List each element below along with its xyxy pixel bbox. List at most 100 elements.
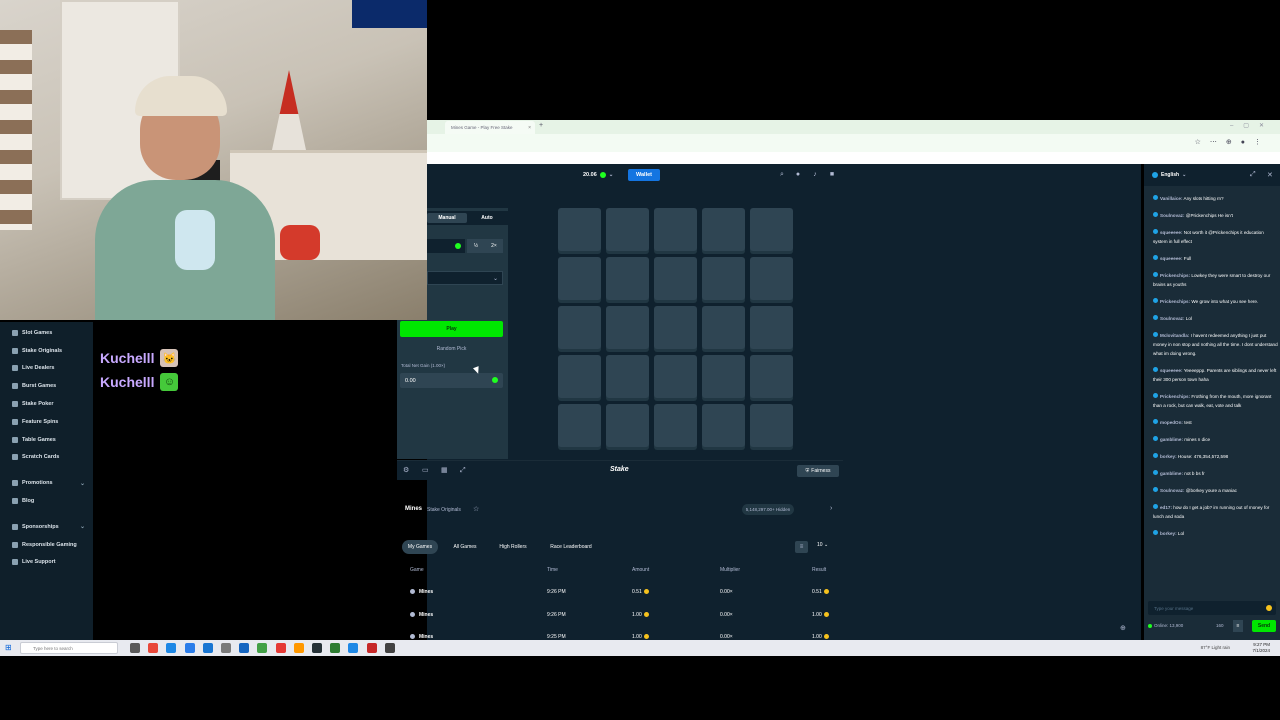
chat-username[interactable]: Soulnovaz: bbox=[1160, 213, 1185, 218]
mine-tile[interactable] bbox=[558, 404, 601, 447]
sidebar-item-stake-poker[interactable]: Stake Poker bbox=[0, 395, 93, 413]
chat-icon[interactable]: ■ bbox=[828, 171, 836, 179]
settings-icon[interactable]: ⚙ bbox=[403, 467, 411, 475]
popout-icon[interactable]: ⤢ bbox=[1250, 171, 1256, 179]
mine-tile[interactable] bbox=[606, 404, 649, 447]
new-tab-icon[interactable]: + bbox=[539, 122, 543, 129]
windows-start-icon[interactable]: ⊞ bbox=[5, 643, 14, 652]
mine-tile[interactable] bbox=[750, 208, 793, 251]
mine-tile[interactable] bbox=[654, 355, 697, 398]
mine-tile[interactable] bbox=[654, 306, 697, 349]
balance-display[interactable]: 20.06 ⌄ bbox=[577, 169, 620, 181]
taskbar-clock[interactable]: 9:27 PM 7/1/2024 bbox=[1252, 642, 1270, 654]
chat-username[interactable]: Soulnovaz: bbox=[1160, 316, 1185, 321]
mine-tile[interactable] bbox=[702, 208, 745, 251]
sidebar-item-burst-games[interactable]: Burst Games bbox=[0, 377, 93, 395]
sidebar-item-stake-originals[interactable]: Stake Originals bbox=[0, 342, 93, 360]
mine-tile[interactable] bbox=[750, 355, 793, 398]
sidebar-item-promotions[interactable]: Promotions ⌄ bbox=[0, 474, 93, 492]
app-icon[interactable] bbox=[312, 643, 322, 653]
mine-tile[interactable] bbox=[558, 306, 601, 349]
browser-toolbar-icons[interactable]: ☆⋯⊕●⋮ bbox=[1195, 138, 1270, 146]
expand-icon[interactable]: ⤢ bbox=[460, 467, 468, 475]
stats-icon[interactable]: ▦ bbox=[441, 467, 449, 475]
mine-tile[interactable] bbox=[558, 257, 601, 300]
bell-icon[interactable]: ♪ bbox=[811, 171, 819, 179]
app-icon[interactable] bbox=[293, 643, 304, 653]
store-icon[interactable] bbox=[184, 643, 195, 653]
sidebar-item-sponsorships[interactable]: Sponsorships ⌄ bbox=[0, 518, 93, 536]
mine-tile[interactable] bbox=[702, 404, 745, 447]
edge-icon[interactable] bbox=[166, 643, 177, 653]
file-explorer-icon[interactable] bbox=[202, 643, 213, 653]
weather-tray[interactable]: 87°F Light rain bbox=[1201, 645, 1230, 650]
table-row[interactable]: Mines 9:26 PM 0.51 0.00× 0.51 bbox=[397, 585, 843, 599]
mine-tile[interactable] bbox=[606, 306, 649, 349]
random-pick-button[interactable]: Random Pick bbox=[400, 343, 503, 355]
excel-icon[interactable] bbox=[257, 643, 268, 653]
chat-username[interactable]: Mclovitandla: bbox=[1160, 333, 1189, 338]
window-controls[interactable]: –▢✕ bbox=[1230, 122, 1274, 129]
outlook-icon[interactable] bbox=[239, 643, 250, 653]
mine-tile[interactable] bbox=[606, 355, 649, 398]
mine-tile[interactable] bbox=[558, 208, 601, 251]
wallet-button[interactable]: Wallet bbox=[628, 169, 660, 181]
mine-tile[interactable] bbox=[654, 257, 697, 300]
tab-high-rollers[interactable]: High Rollers bbox=[493, 540, 533, 554]
task-view-icon[interactable] bbox=[130, 643, 140, 653]
mine-tile[interactable] bbox=[558, 355, 601, 398]
chat-username[interactable]: Vanillaice: bbox=[1160, 196, 1182, 201]
mine-tile[interactable] bbox=[750, 306, 793, 349]
mine-tile[interactable] bbox=[750, 257, 793, 300]
mine-tile[interactable] bbox=[702, 257, 745, 300]
mine-tile[interactable] bbox=[606, 257, 649, 300]
chat-scroll-icon[interactable]: ⊕ bbox=[1120, 624, 1126, 632]
user-icon[interactable]: ● bbox=[794, 171, 802, 179]
chat-username[interactable]: mopedOn: bbox=[1160, 420, 1183, 425]
play-button[interactable]: Play bbox=[400, 321, 503, 337]
app-icon[interactable] bbox=[366, 643, 377, 653]
chat-input[interactable]: Type your message bbox=[1148, 601, 1276, 615]
send-button[interactable]: Send bbox=[1252, 620, 1276, 632]
address-bar[interactable]: ☆⋯⊕●⋮ bbox=[427, 134, 1280, 152]
command-icon[interactable]: ≡ bbox=[1233, 620, 1243, 632]
app-icon[interactable] bbox=[330, 643, 341, 653]
mine-tile[interactable] bbox=[702, 355, 745, 398]
close-icon[interactable]: ✕ bbox=[1267, 171, 1273, 179]
app-icon[interactable] bbox=[275, 643, 286, 653]
sidebar-item-feature-spins[interactable]: Feature Spins bbox=[0, 413, 93, 431]
tab-auto[interactable]: Auto bbox=[467, 213, 507, 223]
chevron-right-icon[interactable]: › bbox=[830, 505, 832, 512]
mines-count-select[interactable]: ⌄ bbox=[427, 271, 503, 285]
chat-username[interactable]: borkey: bbox=[1160, 531, 1177, 536]
mine-tile[interactable] bbox=[654, 404, 697, 447]
mine-tile[interactable] bbox=[606, 208, 649, 251]
sidebar-item-blog[interactable]: Blog bbox=[0, 492, 93, 510]
obs-icon[interactable] bbox=[221, 643, 231, 653]
list-icon[interactable]: ≡ bbox=[795, 541, 808, 553]
app-icon[interactable] bbox=[348, 643, 359, 653]
mine-tile[interactable] bbox=[702, 306, 745, 349]
sidebar-item-live-dealers[interactable]: Live Dealers bbox=[0, 360, 93, 378]
rows-count-select[interactable]: 10 ⌄ bbox=[817, 542, 828, 548]
sidebar-item-scratch-cards[interactable]: Scratch Cards bbox=[0, 449, 93, 467]
sidebar-item-table-games[interactable]: Table Games bbox=[0, 431, 93, 449]
language-select[interactable]: English ⌄ bbox=[1152, 172, 1186, 178]
tab-my-games[interactable]: My Games bbox=[402, 540, 438, 554]
chat-username[interactable]: gamblime: bbox=[1160, 471, 1183, 476]
tab-race-leaderboard[interactable]: Race Leaderboard bbox=[542, 540, 600, 554]
chat-username[interactable]: Prickenchips: bbox=[1160, 273, 1190, 278]
emoji-icon[interactable] bbox=[1266, 605, 1272, 611]
fairness-button[interactable]: ⛨ Fairness bbox=[797, 465, 839, 477]
double-bet-button[interactable]: 2× bbox=[485, 239, 503, 253]
half-bet-button[interactable]: ½ bbox=[467, 239, 485, 253]
chat-username[interactable]: Soulnovaz: bbox=[1160, 488, 1185, 493]
chat-username[interactable]: squeeeee: bbox=[1160, 368, 1182, 373]
mine-tile[interactable] bbox=[750, 404, 793, 447]
chat-username[interactable]: squeeeee: bbox=[1160, 230, 1182, 235]
chat-username[interactable]: gamblime: bbox=[1160, 437, 1183, 442]
mine-tile[interactable] bbox=[654, 208, 697, 251]
app-icon[interactable] bbox=[384, 643, 395, 653]
chat-username[interactable]: Prickenchips: bbox=[1160, 299, 1190, 304]
chat-username[interactable]: ed17: bbox=[1160, 505, 1172, 510]
